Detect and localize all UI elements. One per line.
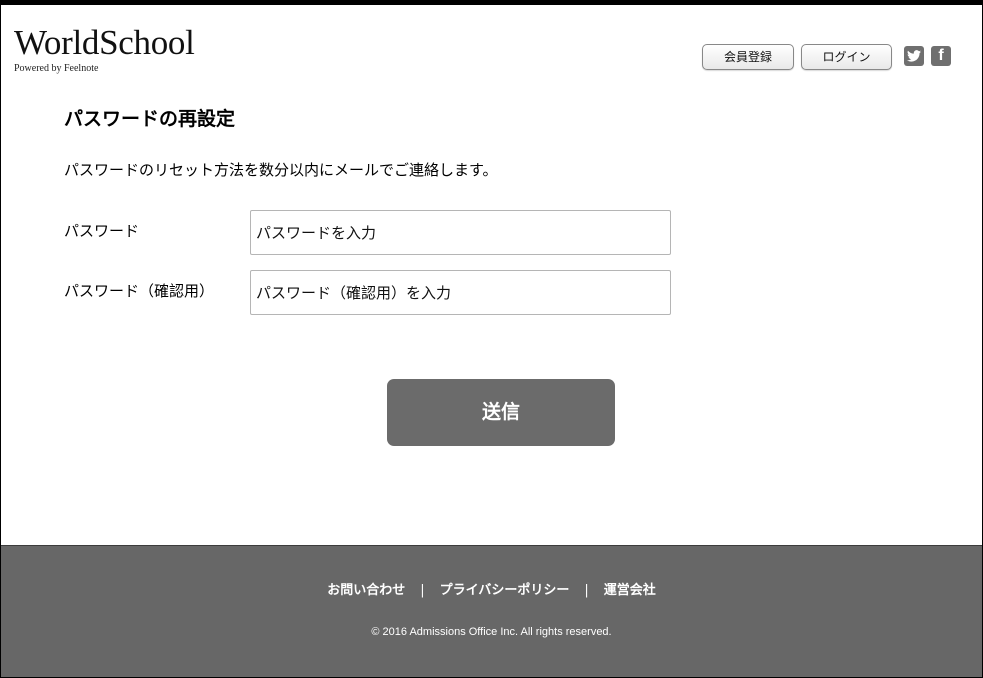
copyright: © 2016 Admissions Office Inc. All rights… bbox=[371, 626, 612, 638]
password-confirm-label: パスワード（確認用） bbox=[64, 282, 215, 300]
site-logo[interactable]: WorldSchool Powered by Feelnote bbox=[14, 25, 195, 75]
password-input[interactable] bbox=[250, 210, 671, 255]
footer-link-contact[interactable]: お問い合わせ bbox=[327, 582, 405, 600]
facebook-icon[interactable]: f bbox=[931, 46, 951, 66]
twitter-bird-icon bbox=[907, 50, 921, 62]
submit-button[interactable]: 送信 bbox=[387, 379, 615, 446]
footer-separator: | bbox=[420, 583, 425, 598]
logo-subtitle: Powered by Feelnote bbox=[14, 63, 99, 74]
password-confirm-input[interactable] bbox=[250, 270, 671, 315]
page-title: パスワードの再設定 bbox=[64, 108, 236, 130]
login-button[interactable]: ログイン bbox=[801, 44, 892, 70]
password-label: パスワード bbox=[64, 222, 140, 240]
footer-link-privacy[interactable]: プライバシーポリシー bbox=[440, 582, 570, 600]
reset-description: パスワードのリセット方法を数分以内にメールでご連絡します。 bbox=[64, 161, 498, 179]
logo-title[interactable]: WorldSchool bbox=[14, 25, 195, 61]
footer-separator: | bbox=[584, 583, 589, 598]
footer: お問い合わせ | プライバシーポリシー | 運営会社 © 2016 Admiss… bbox=[1, 545, 982, 677]
register-button[interactable]: 会員登録 bbox=[702, 44, 794, 70]
footer-nav: お問い合わせ | プライバシーポリシー | 運営会社 bbox=[1, 582, 982, 600]
page: WorldSchool Powered by Feelnote 会員登録 ログイ… bbox=[1, 5, 982, 677]
footer-link-company[interactable]: 運営会社 bbox=[604, 582, 656, 600]
twitter-icon[interactable] bbox=[904, 46, 924, 66]
